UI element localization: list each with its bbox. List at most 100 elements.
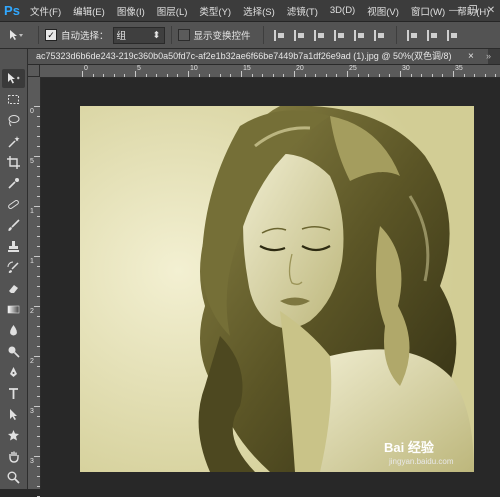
ruler-h-label: 5 <box>137 65 141 72</box>
options-divider <box>38 26 39 44</box>
clone-stamp-tool-icon[interactable] <box>2 237 25 256</box>
ruler-v-tick <box>34 406 40 407</box>
ruler-h-minor-tick <box>251 74 253 77</box>
options-divider <box>170 26 172 44</box>
ruler-origin[interactable] <box>28 65 40 77</box>
ruler-h-minor-tick <box>304 74 306 77</box>
ruler-v-minor-tick <box>37 396 40 397</box>
menu-3d[interactable]: 3D(D) <box>324 5 361 16</box>
ruler-h-minor-tick <box>421 74 423 77</box>
menu-select[interactable]: 选择(S) <box>237 4 281 18</box>
options-divider <box>262 26 264 44</box>
brush-tool-icon[interactable] <box>2 216 25 235</box>
path-selection-tool-icon[interactable] <box>2 405 25 424</box>
ruler-v-minor-tick <box>37 246 40 247</box>
restore-icon[interactable]: ❐ <box>464 0 482 21</box>
menu-image[interactable]: 图像(I) <box>111 4 151 18</box>
pen-tool-icon[interactable] <box>2 363 25 382</box>
menu-edit[interactable]: 编辑(E) <box>67 4 111 18</box>
ruler-h-tick <box>294 71 295 77</box>
ruler-h-minor-tick <box>92 74 94 77</box>
ruler-h-tick <box>241 71 242 77</box>
lasso-tool-icon[interactable] <box>2 111 25 130</box>
ruler-h-label: 30 <box>402 65 410 72</box>
distribute-vcenter-icon[interactable] <box>426 29 439 41</box>
ruler-v-minor-tick <box>37 446 40 447</box>
ruler-v-label: 3 <box>30 458 34 465</box>
move-tool-icon[interactable] <box>2 69 25 88</box>
auto-select-checkbox[interactable]: ✓ <box>45 29 57 41</box>
ruler-v-minor-tick <box>37 176 40 177</box>
gradient-tool-icon[interactable] <box>2 300 25 319</box>
close-tab-icon[interactable]: × <box>468 49 474 64</box>
ruler-v-minor-tick <box>37 486 40 487</box>
ruler-h-minor-tick <box>442 74 444 77</box>
tab-overflow-icon[interactable]: » <box>486 49 491 64</box>
ruler-v-minor-tick <box>37 326 40 327</box>
menu-layer[interactable]: 图层(L) <box>151 4 194 18</box>
crop-tool-icon[interactable] <box>2 153 25 172</box>
history-brush-tool-icon[interactable] <box>2 258 25 277</box>
align-vcenter-icon[interactable] <box>353 29 366 41</box>
vertical-ruler[interactable]: 0 5 1 1 2 2 3 3 <box>28 77 41 497</box>
ruler-v-minor-tick <box>37 126 40 127</box>
show-transform-checkbox[interactable] <box>177 29 190 41</box>
auto-select-label: 自动选择： <box>61 31 109 42</box>
ruler-v-minor-tick <box>37 316 40 317</box>
document-tab[interactable]: ac75323d6b6de243-219c360b0a50fd7c-af2e1b… <box>28 49 488 64</box>
chevron-updown-icon: ⬍ <box>152 29 161 41</box>
ruler-h-minor-tick <box>484 74 486 77</box>
close-window-icon[interactable]: ✕ <box>482 0 500 21</box>
align-top-icon[interactable] <box>333 29 346 41</box>
show-transform-label: 显示变换控件 <box>193 31 251 42</box>
horizontal-ruler[interactable]: 0 5 10 15 20 25 30 35 <box>40 65 500 78</box>
ruler-v-minor-tick <box>37 476 40 477</box>
menu-file[interactable]: 文件(F) <box>24 4 67 18</box>
blur-tool-icon[interactable] <box>2 321 25 340</box>
ruler-v-tick <box>34 206 40 207</box>
auto-select-dropdown[interactable]: 组 ⬍ <box>112 26 165 44</box>
ruler-h-minor-tick <box>124 74 126 77</box>
align-bottom-icon[interactable] <box>373 29 386 41</box>
ruler-v-minor-tick <box>37 216 40 217</box>
ruler-h-tick <box>453 71 454 77</box>
shape-tool-icon[interactable] <box>2 426 25 445</box>
ruler-v-minor-tick <box>37 416 40 417</box>
align-hcenter-icon[interactable] <box>293 29 306 41</box>
move-tool-preset-icon[interactable] <box>0 29 32 41</box>
ruler-v-label: 1 <box>30 208 34 215</box>
ruler-h-minor-tick <box>272 74 274 77</box>
menu-view[interactable]: 视图(V) <box>361 4 405 18</box>
marquee-tool-icon[interactable] <box>2 90 25 109</box>
healing-brush-tool-icon[interactable] <box>2 195 25 214</box>
zoom-tool-icon[interactable] <box>2 468 25 487</box>
distribute-bottom-icon[interactable] <box>446 29 459 41</box>
ruler-v-label: 3 <box>30 408 34 415</box>
align-right-icon[interactable] <box>313 29 326 41</box>
ruler-v-label: 2 <box>30 308 34 315</box>
document-image[interactable] <box>80 106 474 472</box>
hand-tool-icon[interactable] <box>2 447 25 466</box>
ruler-v-minor-tick <box>37 236 40 237</box>
ruler-h-minor-tick <box>145 74 147 77</box>
ruler-v-minor-tick <box>37 166 40 167</box>
ruler-v-minor-tick <box>37 386 40 387</box>
auto-select-value: 组 <box>116 31 127 42</box>
menu-filter[interactable]: 滤镜(T) <box>281 4 324 18</box>
dodge-tool-icon[interactable] <box>2 342 25 361</box>
type-tool-icon[interactable] <box>2 384 25 403</box>
align-left-icon[interactable] <box>273 29 286 41</box>
distribute-top-icon[interactable] <box>406 29 419 41</box>
eraser-tool-icon[interactable] <box>2 279 25 298</box>
ruler-v-label: 5 <box>30 158 34 165</box>
menu-type[interactable]: 类型(Y) <box>193 4 237 18</box>
magic-wand-tool-icon[interactable] <box>2 132 25 151</box>
ruler-v-minor-tick <box>37 426 40 427</box>
eyedropper-tool-icon[interactable] <box>2 174 25 193</box>
ruler-h-minor-tick <box>198 74 200 77</box>
minimize-icon[interactable]: — <box>445 0 463 21</box>
ruler-v-minor-tick <box>37 136 40 137</box>
ruler-h-minor-tick <box>325 74 327 77</box>
ruler-h-minor-tick <box>166 74 168 77</box>
ruler-v-label: 0 <box>30 108 34 115</box>
